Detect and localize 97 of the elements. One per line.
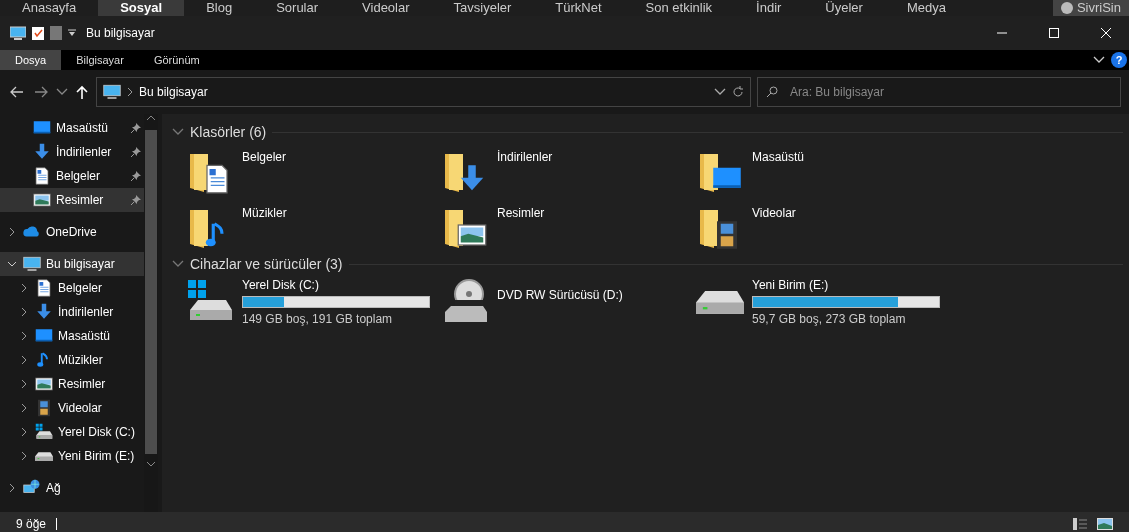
sidebar-item[interactable]: Resimler	[0, 372, 144, 396]
hard-drive-icon	[35, 423, 53, 441]
pin-icon[interactable]	[131, 123, 141, 133]
hard-drive-icon	[35, 451, 53, 461]
collapse-icon[interactable]	[172, 260, 184, 268]
document-icon	[35, 279, 53, 297]
down-arrow-icon	[35, 303, 53, 321]
ribbon-tab[interactable]: Dosya	[0, 50, 62, 70]
avatar-icon	[1060, 2, 1073, 14]
browser-tab[interactable]: Sosyal	[98, 0, 185, 16]
folder-name[interactable]: Videolar	[752, 204, 796, 254]
browser-tab[interactable]: TürkNet	[533, 0, 624, 16]
chevron-right-icon[interactable]	[20, 379, 28, 389]
sidebar-item[interactable]: Bu bilgisayar	[0, 252, 144, 276]
drive-space: 59,7 GB boş, 273 GB toplam	[752, 311, 907, 328]
sidebar-item[interactable]: Ağ	[0, 476, 144, 500]
dropdown-icon[interactable]	[714, 88, 726, 96]
film-strip-icon	[35, 399, 53, 417]
dropdown-icon[interactable]	[68, 29, 76, 37]
browser-tab[interactable]: Medya	[884, 0, 968, 16]
ribbon-tab[interactable]: Görünüm	[138, 50, 215, 70]
maximize-icon[interactable]	[1049, 28, 1059, 38]
close-icon[interactable]	[1101, 28, 1111, 38]
help-button[interactable]: ?	[1111, 52, 1127, 68]
chevron-right-icon[interactable]	[20, 331, 28, 341]
browser-tab[interactable]: Üyeler	[803, 0, 885, 16]
chevron-right-icon[interactable]	[20, 451, 28, 461]
chevron-right-icon[interactable]	[8, 227, 16, 237]
window-title: Bu bilgisayar	[86, 25, 155, 42]
search-icon	[766, 86, 778, 98]
drive-name[interactable]: Yeni Birim (E:)	[752, 276, 940, 294]
computer-icon	[23, 255, 41, 273]
sidebar-item[interactable]: İndirilenler	[0, 300, 144, 324]
section-header[interactable]: Klasörler (6)	[190, 121, 267, 143]
large-icons-view-icon[interactable]	[1097, 518, 1113, 530]
details-view-icon[interactable]	[1073, 518, 1087, 530]
chevron-right-icon[interactable]	[20, 403, 28, 413]
browser-tab[interactable]: İndir	[734, 0, 804, 16]
sidebar-item[interactable]: Resimler	[0, 188, 144, 212]
chevron-right-icon[interactable]	[20, 355, 28, 365]
hard-drive-icon	[696, 290, 744, 314]
folder-name[interactable]: Müzikler	[242, 204, 287, 254]
down-arrow-icon	[33, 143, 51, 161]
checklist-icon[interactable]	[32, 26, 44, 40]
pin-icon[interactable]	[131, 147, 141, 157]
scroll-up-icon[interactable]	[146, 114, 156, 122]
folder-name[interactable]: İndirilenler	[497, 148, 553, 198]
chevron-right-icon[interactable]	[8, 483, 16, 493]
browser-tab[interactable]: Tavsiyeler	[431, 0, 534, 16]
sidebar-item[interactable]: Müzikler	[0, 348, 144, 372]
collapse-icon[interactable]	[172, 128, 184, 136]
scroll-down-icon[interactable]	[146, 460, 156, 468]
folder-name[interactable]: Belgeler	[242, 148, 287, 198]
browser-tab[interactable]: Blog	[184, 0, 255, 16]
sidebar-item[interactable]: Belgeler	[0, 276, 144, 300]
scrollbar-thumb[interactable]	[145, 130, 157, 454]
computer-icon	[103, 83, 121, 101]
refresh-icon[interactable]	[732, 86, 744, 98]
document-icon	[33, 167, 51, 185]
sidebar-item[interactable]: Yerel Disk (C:)	[0, 420, 144, 444]
sidebar-item[interactable]: Yeni Birim (E:)	[0, 444, 144, 468]
sidebar-item[interactable]: İndirilenler	[0, 140, 144, 164]
up-button[interactable]	[74, 83, 90, 101]
browser-tab[interactable]: Son etkinlik	[623, 0, 735, 16]
chevron-right-icon[interactable]	[20, 307, 28, 317]
drive-name[interactable]: Yerel Disk (C:)	[242, 276, 430, 294]
chevron-down-icon[interactable]	[7, 260, 17, 268]
forward-button[interactable]	[32, 84, 50, 100]
landscape-image-icon	[35, 375, 53, 393]
search-box[interactable]: Ara: Bu bilgisayar	[757, 77, 1121, 107]
recent-locations-icon[interactable]	[56, 88, 68, 96]
browser-tab[interactable]: Sorular	[254, 0, 341, 16]
sidebar-item[interactable]: Videolar	[0, 396, 144, 420]
chevron-right-icon[interactable]	[20, 283, 28, 293]
computer-icon[interactable]	[10, 26, 26, 40]
back-button[interactable]	[8, 84, 26, 100]
address-bar[interactable]: Bu bilgisayar	[96, 77, 751, 107]
drive-space: 149 GB boş, 191 GB toplam	[242, 311, 394, 328]
expand-ribbon-icon[interactable]	[1093, 56, 1105, 64]
search-field[interactable]: Ara: Bu bilgisayar	[788, 82, 1112, 102]
sidebar-item[interactable]: Masaüstü	[0, 116, 144, 140]
pin-icon[interactable]	[131, 195, 141, 205]
browser-tab[interactable]: Videolar	[340, 0, 432, 16]
sidebar-item[interactable]: Belgeler	[0, 164, 144, 188]
sidebar-item[interactable]: Masaüstü	[0, 324, 144, 348]
landscape-image-icon	[33, 191, 51, 209]
ribbon-tab[interactable]: Bilgisayar	[61, 50, 139, 70]
folder-name[interactable]: Resimler	[497, 204, 545, 254]
browser-tab[interactable]: Anasayfa	[0, 0, 99, 16]
chevron-right-icon[interactable]	[127, 88, 133, 96]
drive-name[interactable]: DVD RW Sürücüsü (D:)	[497, 286, 623, 304]
pin-icon[interactable]	[131, 171, 141, 181]
item-count: 9 öğe	[16, 516, 47, 532]
section-header[interactable]: Cihazlar ve sürücüler (3)	[190, 253, 343, 275]
folder-name[interactable]: Masaüstü	[752, 148, 805, 198]
sidebar-item[interactable]: OneDrive	[0, 220, 144, 244]
chevron-right-icon[interactable]	[20, 427, 28, 437]
